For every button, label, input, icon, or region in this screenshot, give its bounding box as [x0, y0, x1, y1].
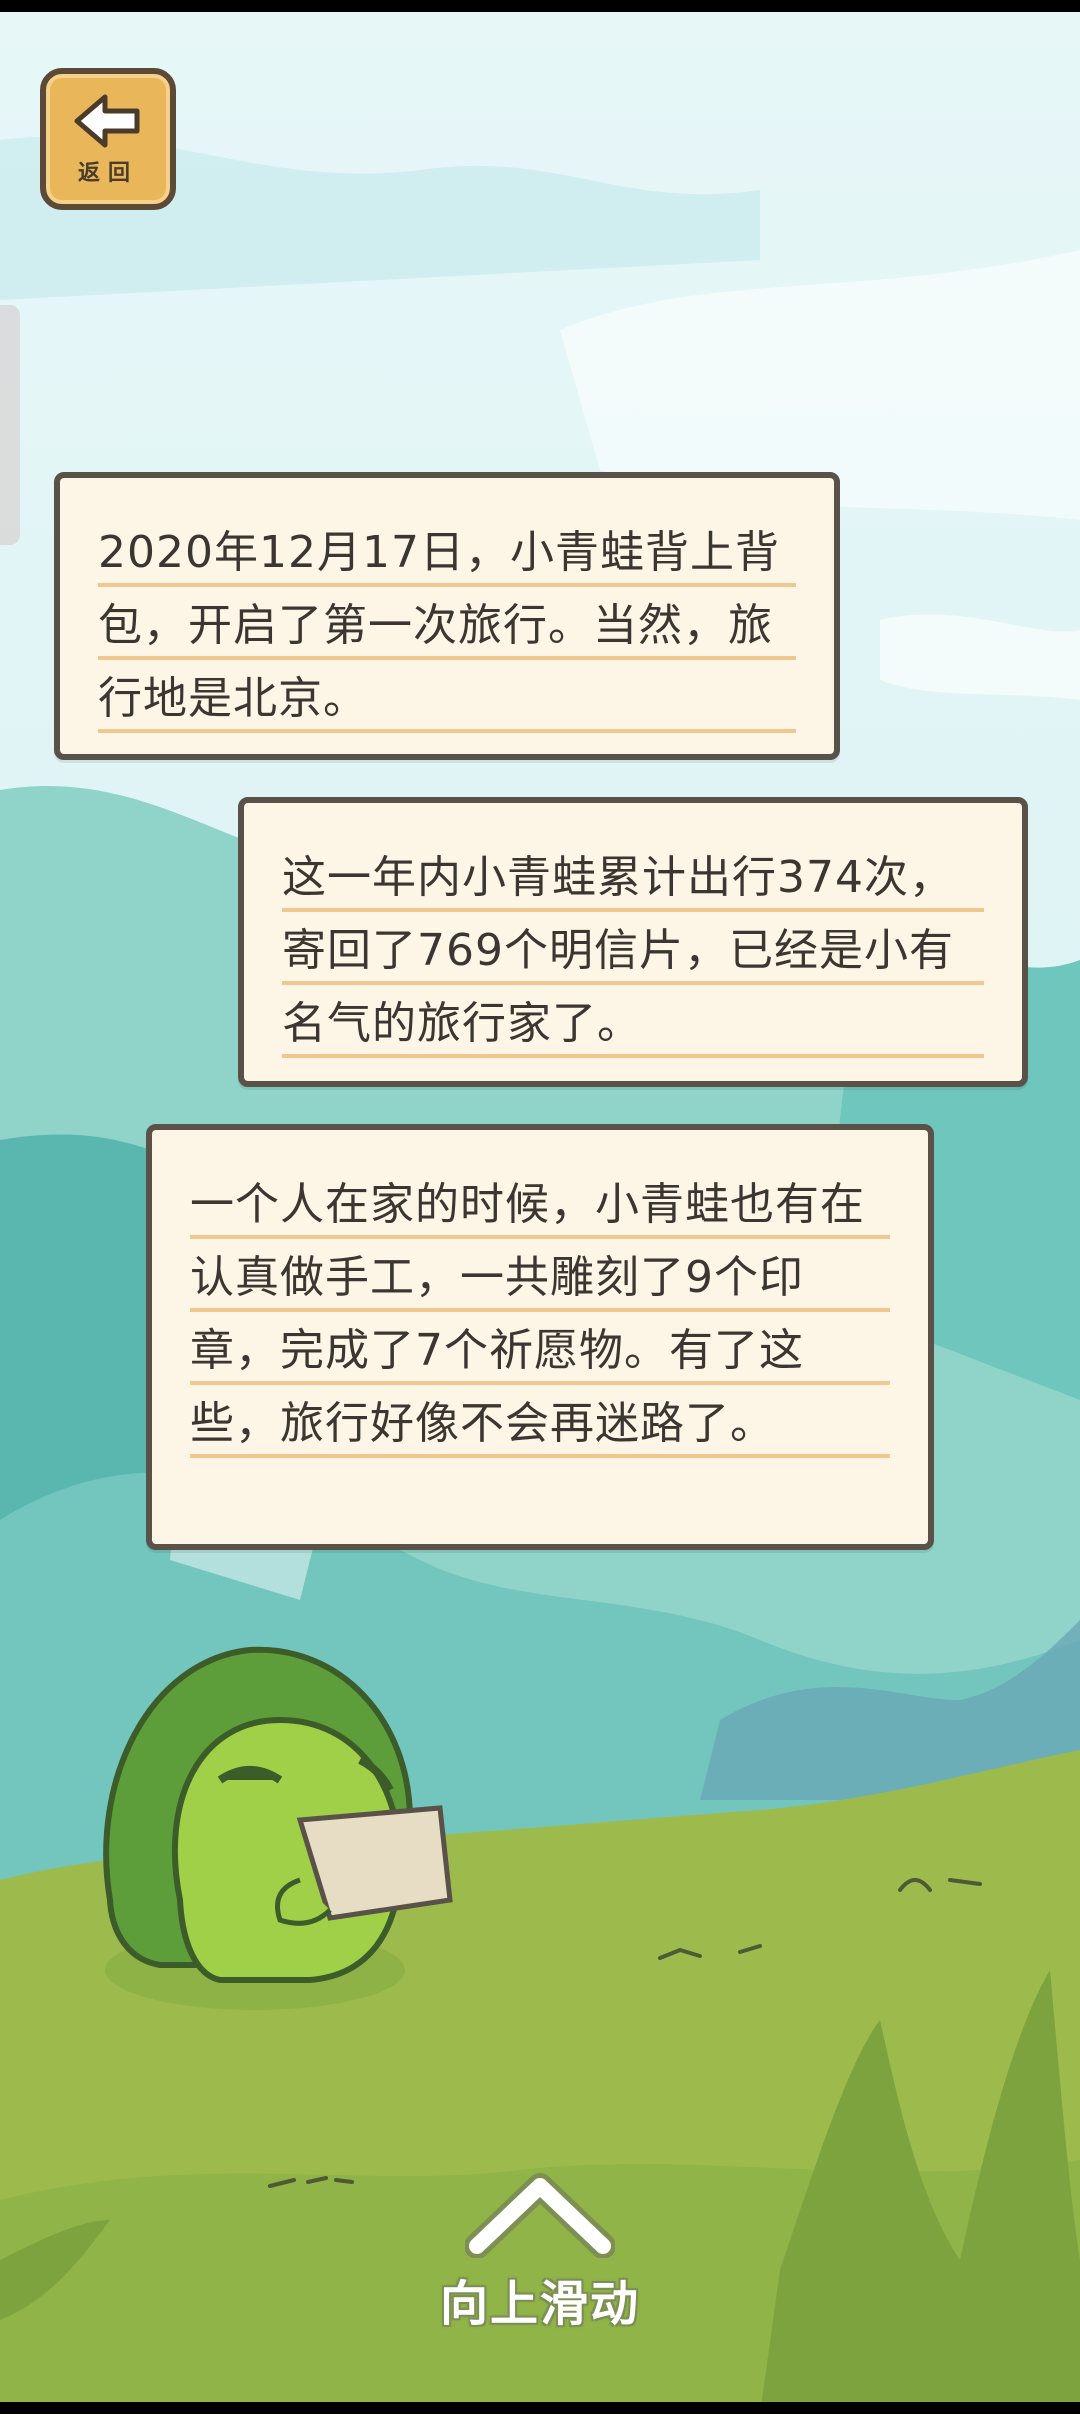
- status-bar: [0, 0, 1080, 12]
- back-button[interactable]: 返回: [40, 68, 176, 210]
- swipe-up-label: 向上滑动: [439, 2276, 640, 2332]
- message-bubble: 一个人在家的时候，小青蛙也有在认真做手工，一共雕刻了9个印章，完成了7个祈愿物。…: [146, 1124, 934, 1550]
- message-text: 2020年12月17日，小青蛙背上背包，开启了第一次旅行。当然，旅行地是北京。: [98, 516, 796, 735]
- arrow-left-icon: [74, 94, 140, 148]
- back-button-label: 返回: [77, 161, 138, 186]
- screen: 返回 2020年12月17日，小青蛙背上背包，开启了第一次旅行。当然，旅行地是北…: [0, 0, 1080, 2414]
- navigation-bar: [0, 2402, 1080, 2414]
- message-text: 这一年内小青蛙累计出行374次，寄回了769个明信片，已经是小有名气的旅行家了。: [282, 841, 984, 1060]
- message-text: 一个人在家的时候，小青蛙也有在认真做手工，一共雕刻了9个印章，完成了7个祈愿物。…: [190, 1168, 890, 1460]
- swipe-up-hint[interactable]: 向上滑动: [420, 2168, 660, 2338]
- message-bubble: 2020年12月17日，小青蛙背上背包，开启了第一次旅行。当然，旅行地是北京。: [54, 472, 840, 760]
- message-bubble: 这一年内小青蛙累计出行374次，寄回了769个明信片，已经是小有名气的旅行家了。: [238, 797, 1028, 1087]
- chevron-up-icon: [465, 2173, 615, 2258]
- edge-handle[interactable]: [0, 305, 20, 545]
